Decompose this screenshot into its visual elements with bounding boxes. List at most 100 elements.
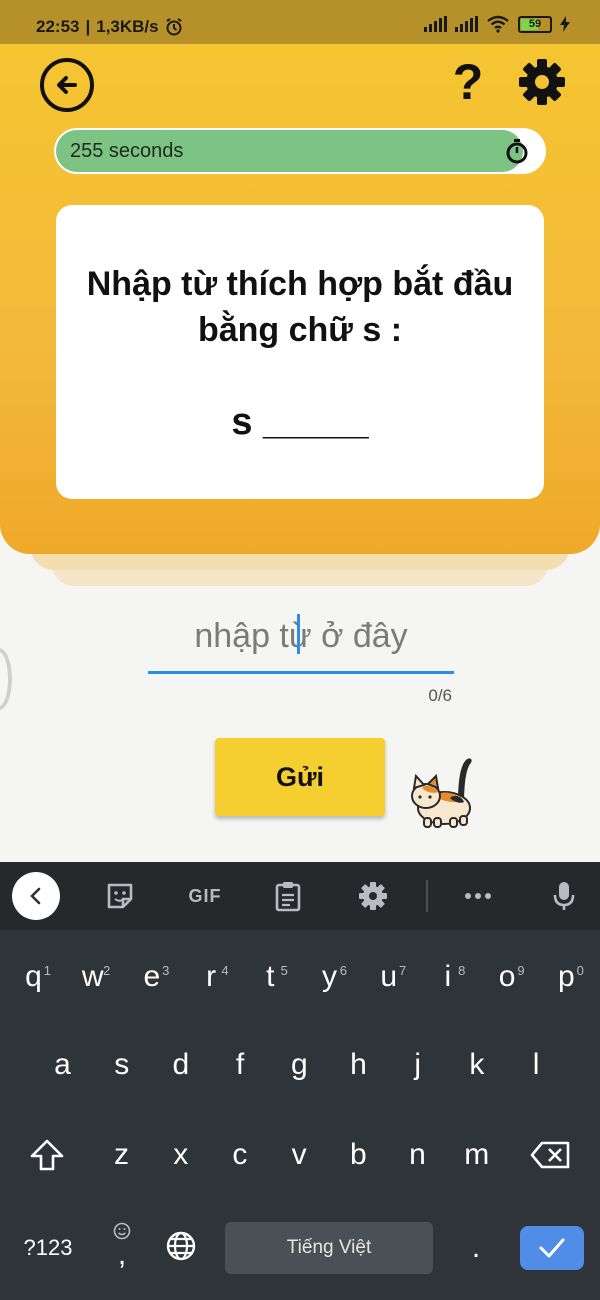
key-label: o	[498, 960, 516, 993]
keyboard-back-button[interactable]	[12, 872, 60, 920]
more-icon	[465, 893, 491, 899]
key-d[interactable]: d	[151, 1042, 210, 1102]
enter-key[interactable]	[520, 1226, 584, 1270]
key-hint: 5	[280, 963, 288, 978]
key-c[interactable]: c	[210, 1132, 269, 1192]
cat-icon	[411, 758, 472, 828]
key-u[interactable]: u7	[359, 954, 418, 1014]
status-speed: 1,3KB/s	[96, 17, 159, 36]
status-right: 59	[424, 15, 570, 33]
keyboard-settings-button[interactable]	[355, 878, 391, 914]
charging-icon	[560, 16, 570, 32]
key-label: w	[81, 960, 104, 993]
key-hint: 2	[102, 963, 111, 978]
key-label: p	[557, 960, 575, 993]
signal-icon	[455, 16, 478, 32]
period-key[interactable]: .	[456, 1218, 496, 1278]
key-a[interactable]: a	[33, 1042, 92, 1102]
character-counter: 0/6	[428, 686, 452, 705]
question-blank: s _____	[231, 401, 369, 443]
onscreen-keyboard: GIF q 1 w 2 e 3 r 4 t 5 y 6 u 7 i 8 o 9 …	[0, 862, 600, 1300]
gear-icon	[359, 882, 387, 910]
key-t[interactable]: t5	[241, 954, 300, 1014]
sticker-button[interactable]	[102, 878, 138, 914]
key-k[interactable]: k	[447, 1042, 506, 1102]
microphone-icon	[553, 882, 575, 910]
backspace-icon	[530, 1141, 570, 1169]
timer-label: 255 seconds	[70, 140, 184, 162]
answer-field[interactable]	[148, 604, 454, 674]
gear-icon	[519, 59, 565, 105]
shift-icon	[30, 1139, 64, 1171]
key-label: q	[25, 960, 42, 993]
symbols-key[interactable]: ?123	[10, 1222, 86, 1274]
key-v[interactable]: v	[270, 1132, 329, 1192]
key-label: t	[266, 960, 275, 993]
clipboard-icon	[275, 882, 301, 912]
sticker-icon	[107, 883, 133, 909]
alarm-icon	[166, 18, 182, 36]
battery-icon: 59	[518, 15, 552, 33]
key-z[interactable]: z	[92, 1132, 151, 1192]
toolbar-divider	[426, 880, 428, 912]
globe-icon	[166, 1231, 196, 1261]
question-card: Nhập từ thích hợp bắt đầu bằng chữ s : s…	[56, 205, 544, 499]
key-h[interactable]: h	[329, 1042, 388, 1102]
keyboard-toolbar: GIF	[0, 862, 600, 930]
key-hint: 0	[576, 963, 584, 978]
more-button[interactable]	[460, 878, 496, 914]
key-j[interactable]: j	[388, 1042, 447, 1102]
key-f[interactable]: f	[211, 1042, 270, 1102]
text-caret	[297, 614, 300, 654]
key-e[interactable]: e3	[122, 954, 181, 1014]
key-hint: 7	[398, 963, 407, 978]
key-label: r	[206, 960, 217, 993]
wifi-icon	[487, 15, 509, 33]
key-i[interactable]: i8	[418, 954, 477, 1014]
question-prompt: Nhập từ thích hợp bắt đầu bằng chữ s :	[86, 265, 514, 349]
status-bar: 22:53 | 1,3KB/s 59	[0, 0, 600, 44]
status-left: 22:53 | 1,3KB/s	[36, 17, 183, 37]
settings-button[interactable]	[516, 56, 568, 108]
key-g[interactable]: g	[270, 1042, 329, 1102]
key-r[interactable]: r4	[182, 954, 241, 1014]
comma-label: ,	[117, 1238, 127, 1271]
language-key[interactable]	[158, 1222, 204, 1274]
key-x[interactable]: x	[151, 1132, 210, 1192]
key-o[interactable]: o9	[478, 954, 537, 1014]
key-hint: 8	[458, 963, 466, 978]
back-button[interactable]	[40, 58, 94, 112]
gif-button[interactable]: GIF	[184, 878, 226, 914]
timer-bar: 255 seconds	[54, 128, 546, 174]
key-hint: 6	[339, 963, 347, 978]
key-hint: 1	[43, 963, 51, 978]
emoji-comma-key[interactable]: ,	[94, 1218, 150, 1278]
key-m[interactable]: m	[447, 1132, 506, 1192]
clipboard-button[interactable]	[270, 878, 306, 914]
help-button[interactable]: ?	[448, 54, 488, 110]
key-hint: 3	[162, 963, 170, 978]
voice-input-button[interactable]	[546, 878, 582, 914]
key-w[interactable]: w2	[63, 954, 122, 1014]
spacebar-key[interactable]: Tiếng Việt	[225, 1222, 433, 1274]
shift-key[interactable]	[16, 1132, 78, 1192]
key-l[interactable]: l	[507, 1042, 566, 1102]
key-b[interactable]: b	[329, 1132, 388, 1192]
key-y[interactable]: y6	[300, 954, 359, 1014]
key-p[interactable]: p0	[537, 954, 596, 1014]
chevron-left-icon	[30, 887, 41, 905]
key-q[interactable]: q1	[4, 954, 63, 1014]
key-label: e	[143, 960, 161, 993]
backspace-key[interactable]	[520, 1132, 582, 1192]
arrow-left-icon	[57, 76, 77, 94]
key-n[interactable]: n	[388, 1132, 447, 1192]
status-time: 22:53	[36, 17, 80, 36]
answer-input[interactable]	[148, 604, 454, 668]
key-label: u	[380, 960, 398, 993]
checkmark-icon	[539, 1238, 565, 1258]
side-drawer-handle[interactable]	[0, 648, 12, 710]
key-s[interactable]: s	[92, 1042, 151, 1102]
key-label: y	[322, 960, 337, 993]
submit-button[interactable]: Gửi	[215, 738, 385, 816]
stopwatch-icon	[506, 139, 528, 164]
